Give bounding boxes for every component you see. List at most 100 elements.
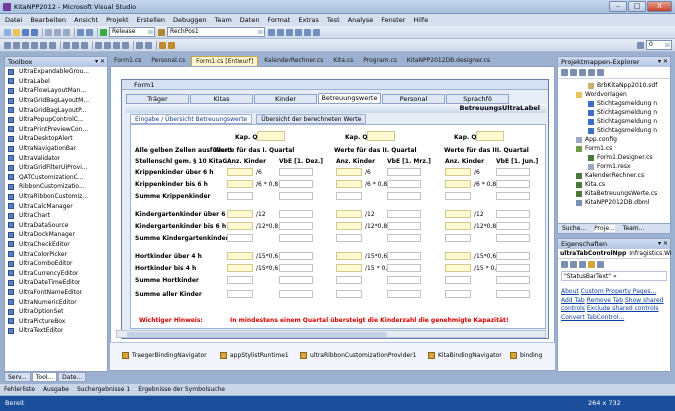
toolbox-item[interactable]: UltraExpandableGrou... [5, 67, 107, 77]
q2-anz-cell[interactable] [336, 180, 362, 188]
menu-fenster[interactable]: Fenster [381, 14, 405, 26]
toolbox-item[interactable]: UltraNavigationBar [5, 144, 107, 154]
align-top-icon[interactable] [31, 41, 38, 49]
q1-vbe-sum-cell[interactable] [279, 234, 313, 242]
q2-anz-cell[interactable] [336, 252, 362, 260]
open-icon[interactable] [13, 28, 20, 36]
tray-item[interactable]: binding [510, 352, 542, 359]
q2-vbe-sum-cell[interactable] [387, 276, 421, 284]
menu-erstellen[interactable]: Erstellen [137, 14, 165, 26]
q1-anz-cell[interactable] [227, 252, 253, 260]
q3-vbe-cell[interactable] [496, 168, 530, 176]
tab-output[interactable]: Ausgabe [43, 386, 69, 393]
tree-node[interactable]: Stichtagsmeldung n [558, 108, 670, 117]
q3-sum-cell[interactable] [445, 234, 471, 242]
toolbox-item[interactable]: UltraColorPicker [5, 249, 107, 259]
q1-vbe-total-cell[interactable] [279, 290, 313, 298]
q1-vbe-cell[interactable] [279, 180, 313, 188]
form1-window[interactable]: Form1 Träger Kitas Kinder Betreuungswert… [121, 79, 549, 339]
q1-anz-cell[interactable] [227, 264, 253, 272]
custom-property-pages-link[interactable]: Custom Property Pages... [581, 288, 657, 295]
toolbox-item[interactable]: UltraDataSource [5, 221, 107, 231]
kap-q1-input[interactable] [257, 131, 285, 141]
toolbox-item[interactable]: UltraDesktopAlert [5, 134, 107, 144]
tree-node[interactable]: Stichtagsmeldung n [558, 99, 670, 108]
tree-node[interactable]: Kita.cs [558, 180, 670, 189]
close-icon[interactable]: ▾ ✕ [658, 239, 668, 249]
tray-item[interactable]: ultraRibbonCustomizationProvider1 [300, 352, 416, 359]
toolbox-item[interactable]: UltraPrintPreviewCon... [5, 125, 107, 135]
toolbox-item[interactable]: UltraNumericEditor [5, 297, 107, 307]
q1-anz-cell[interactable] [227, 180, 253, 188]
kap-q3-input[interactable] [476, 131, 504, 141]
lock-controls-icon[interactable] [168, 41, 175, 49]
paste-icon[interactable] [63, 28, 70, 36]
toolbox-item[interactable]: UltraGridBagLayoutM... [5, 96, 107, 106]
menu-debuggen[interactable]: Debuggen [173, 14, 207, 26]
tree-node[interactable]: Form1.cs [558, 144, 670, 153]
view-code-icon[interactable] [588, 69, 595, 76]
tab-betreuungswerte[interactable]: Betreuungswerte [318, 93, 381, 104]
q2-vbe-cell[interactable] [387, 168, 421, 176]
bring-to-front-icon[interactable] [136, 41, 143, 49]
value-spinner[interactable]: 0 [646, 40, 672, 50]
q1-vbe-sum-cell[interactable] [279, 276, 313, 284]
q3-sum-cell[interactable] [445, 192, 471, 200]
toolbox-item[interactable]: UltraLabel [5, 77, 107, 87]
properties-icon[interactable] [286, 28, 293, 36]
q3-vbe-cell[interactable] [496, 222, 530, 230]
menu-projekt[interactable]: Projekt [106, 14, 128, 26]
toolbox-item[interactable]: UltraGridFilterUIProvi... [5, 163, 107, 173]
cut-icon[interactable] [45, 28, 52, 36]
tab-toolbox[interactable]: Tool... [31, 372, 58, 382]
q1-anz-cell[interactable] [227, 210, 253, 218]
tree-node[interactable]: Form1.resx [558, 162, 670, 171]
toolbox-item[interactable]: UltraOptionSet [5, 307, 107, 317]
convert-tabcontrol-link[interactable]: Convert TabControl... [561, 314, 624, 321]
q2-vbe-sum-cell[interactable] [387, 192, 421, 200]
remove-tab-link[interactable]: Remove Tab [587, 297, 623, 304]
q3-vbe-sum-cell[interactable] [496, 234, 530, 242]
toolbox-item[interactable]: UltraCurrencyEditor [5, 268, 107, 278]
q1-sum-cell[interactable] [227, 234, 253, 242]
close-icon[interactable]: ▾ ✕ [658, 57, 668, 67]
alphabetical-icon[interactable] [570, 261, 577, 268]
tree-node[interactable]: App.config [558, 135, 670, 144]
toolbox-item[interactable]: UltraRibbonCustomiz... [5, 192, 107, 202]
q2-total-cell[interactable] [336, 290, 362, 298]
toolbox-item[interactable]: UltraCalcManager [5, 201, 107, 211]
q3-anz-cell[interactable] [445, 168, 471, 176]
zoom-out-icon[interactable] [637, 41, 644, 49]
q2-vbe-cell[interactable] [387, 222, 421, 230]
send-to-back-icon[interactable] [145, 41, 152, 49]
copy-icon[interactable] [54, 28, 61, 36]
toolbox-item[interactable]: UltraFontNameEditor [5, 288, 107, 298]
save-icon[interactable] [22, 28, 29, 36]
q1-vbe-cell[interactable] [279, 264, 313, 272]
toolbox-item[interactable]: UltraDockManager [5, 230, 107, 240]
minimize-button[interactable]: – [609, 1, 627, 12]
new-project-icon[interactable] [4, 28, 11, 36]
tray-item[interactable]: TraegerBindingNavigator [122, 352, 207, 359]
tab-search[interactable]: Suche... [562, 225, 586, 232]
toolbox-item[interactable]: QATCustomizationC... [5, 173, 107, 183]
kap-q2-input[interactable] [367, 131, 395, 141]
menu-hilfe[interactable]: Hilfe [413, 14, 428, 26]
q3-vbe-cell[interactable] [496, 252, 530, 260]
toolbox-item[interactable]: UltraGridBagLayoutP... [5, 105, 107, 115]
center-horizontally-icon[interactable] [113, 41, 120, 49]
same-height-icon[interactable] [72, 41, 79, 49]
categorized-icon[interactable] [561, 261, 568, 268]
toolbox-item[interactable]: UltraTextEditor [5, 326, 107, 336]
tab-team[interactable]: Team... [623, 225, 645, 232]
q1-anz-cell[interactable] [227, 222, 253, 230]
toolbox-item[interactable]: UltraPictureBox [5, 316, 107, 326]
horizontal-spacing-icon[interactable] [95, 41, 102, 49]
subtab-uebersicht[interactable]: Übersicht der berechneten Werte [256, 114, 367, 124]
doc-tab-form1-design[interactable]: Form1.cs [Entwurf] [191, 56, 259, 66]
tab-order-icon[interactable] [159, 41, 166, 49]
menu-extras[interactable]: Extras [298, 14, 319, 26]
q3-anz-cell[interactable] [445, 180, 471, 188]
tab-project[interactable]: Proje... [594, 225, 615, 232]
q3-anz-cell[interactable] [445, 252, 471, 260]
